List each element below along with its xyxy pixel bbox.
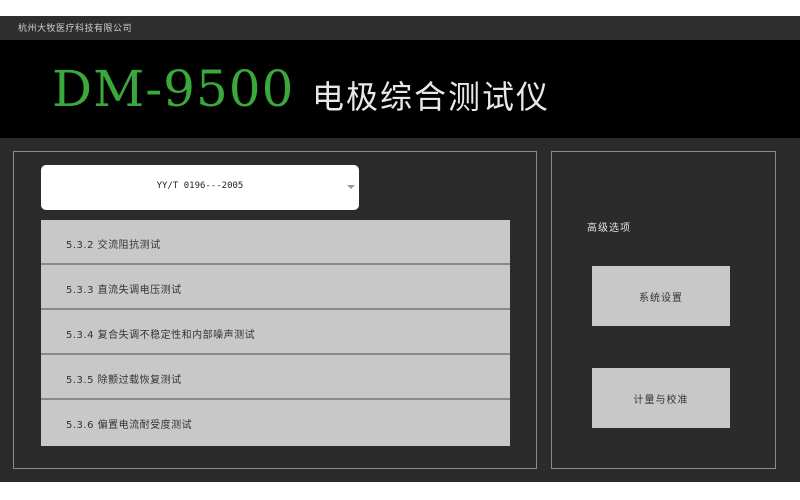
- title-bar: DM-9500 电极综合测试仪: [0, 40, 800, 138]
- company-bar: 杭州大牧医疗科技有限公司: [0, 16, 800, 40]
- test-item-label: 5.3.2 交流阻抗测试: [66, 240, 161, 251]
- test-item-bias-current-tolerance[interactable]: 5.3.6 偏置电流耐受度测试: [41, 400, 510, 446]
- test-item-label: 5.3.5 除颤过载恢复测试: [66, 375, 182, 386]
- advanced-options-label: 高级选项: [587, 223, 631, 234]
- test-item-offset-instability-noise[interactable]: 5.3.4 复合失调不稳定性和内部噪声测试: [41, 310, 510, 355]
- test-item-label: 5.3.6 偏置电流耐受度测试: [66, 420, 193, 431]
- company-name: 杭州大牧医疗科技有限公司: [18, 24, 133, 34]
- system-settings-button[interactable]: 系统设置: [592, 266, 730, 326]
- test-item-defibrillation-recovery[interactable]: 5.3.5 除颤过载恢复测试: [41, 355, 510, 400]
- app-window: 杭州大牧医疗科技有限公司 DM-9500 电极综合测试仪 YY/T 0196--…: [0, 16, 800, 482]
- model-number: DM-9500: [52, 60, 295, 118]
- calibration-button[interactable]: 计量与校准: [592, 368, 730, 428]
- standard-selected-value: YY/T 0196---2005: [156, 181, 244, 191]
- test-item-ac-impedance[interactable]: 5.3.2 交流阻抗测试: [41, 220, 510, 265]
- test-item-label: 5.3.3 直流失调电压测试: [66, 285, 182, 296]
- test-panel: YY/T 0196---2005 5.3.2 交流阻抗测试 5.3.3 直流失调…: [13, 151, 537, 469]
- standard-dropdown[interactable]: YY/T 0196---2005: [41, 165, 359, 210]
- advanced-panel: 高级选项 系统设置 计量与校准: [551, 151, 776, 469]
- test-list: 5.3.2 交流阻抗测试 5.3.3 直流失调电压测试 5.3.4 复合失调不稳…: [41, 220, 510, 446]
- test-item-dc-offset-voltage[interactable]: 5.3.3 直流失调电压测试: [41, 265, 510, 310]
- test-item-label: 5.3.4 复合失调不稳定性和内部噪声测试: [66, 330, 256, 341]
- chevron-down-icon: [347, 185, 355, 189]
- device-name: 电极综合测试仪: [312, 78, 551, 116]
